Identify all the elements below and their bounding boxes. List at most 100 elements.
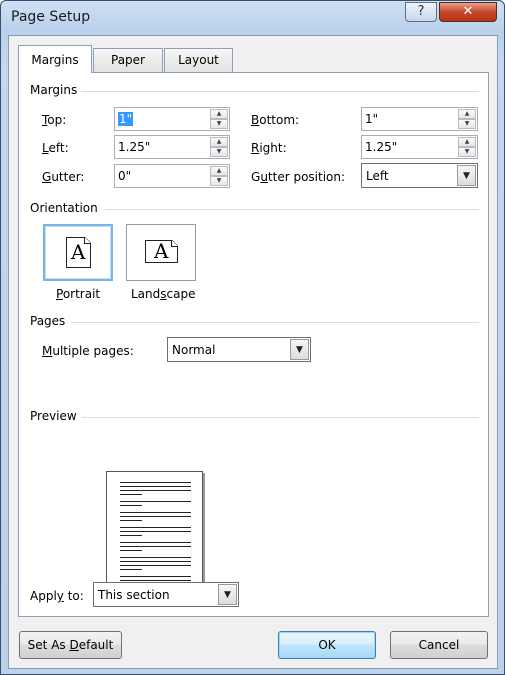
cancel-button[interactable]: Cancel xyxy=(390,631,488,659)
right-margin-label: Right: xyxy=(251,141,287,155)
left-margin-label: Left: xyxy=(42,141,69,155)
spin-down-icon[interactable]: ▼ xyxy=(458,119,476,129)
margins-group-divider xyxy=(81,91,479,92)
top-margin-spinner[interactable]: 1" ▲ ▼ xyxy=(114,107,230,131)
chevron-down-icon[interactable]: ▼ xyxy=(457,165,476,186)
landscape-letter: A xyxy=(154,239,169,263)
set-as-default-label: Set As Default xyxy=(27,638,114,652)
spin-down-icon[interactable]: ▼ xyxy=(210,119,228,129)
right-margin-label-rest: ight: xyxy=(259,141,287,155)
preview-text-line xyxy=(120,482,191,483)
help-button[interactable]: ? xyxy=(405,2,437,22)
tab-layout[interactable]: Layout xyxy=(164,48,233,72)
cancel-label: Cancel xyxy=(418,638,460,652)
margins-group-label: Margins xyxy=(30,83,82,97)
spin-down-icon[interactable]: ▼ xyxy=(210,147,228,157)
spin-up-icon[interactable]: ▲ xyxy=(458,137,476,147)
orientation-group-divider xyxy=(105,209,479,210)
dialog-client-area: Margins Paper Layout Margins Top: 1" ▲ ▼… xyxy=(8,35,498,669)
multiple-pages-dropdown[interactable]: Normal ▼ xyxy=(167,337,311,362)
gutter-spinner[interactable]: 0" ▲ ▼ xyxy=(114,164,230,188)
apply-to-value: This section xyxy=(98,588,170,602)
spin-down-icon[interactable]: ▼ xyxy=(210,176,228,186)
pages-group-divider xyxy=(71,322,479,323)
preview-text-line xyxy=(120,516,191,517)
preview-text-line xyxy=(120,550,142,551)
preview-page-thumbnail xyxy=(106,471,203,593)
help-icon: ? xyxy=(417,4,425,19)
portrait-label-rest: ortrait xyxy=(62,287,101,301)
close-button[interactable]: ✕ xyxy=(439,2,497,22)
pages-group-label: Pages xyxy=(30,314,70,328)
spin-up-icon[interactable]: ▲ xyxy=(210,137,228,147)
gutter-position-label-rest: tter position: xyxy=(267,170,346,184)
apply-to-label-rest: to: xyxy=(63,589,84,603)
window-title: Page Setup xyxy=(11,9,91,25)
orientation-group-label: Orientation xyxy=(30,201,102,215)
gutter-arrows: ▲ ▼ xyxy=(210,166,228,186)
tab-margins[interactable]: Margins xyxy=(18,45,92,73)
tab-paper[interactable]: Paper xyxy=(93,48,163,72)
preview-text-line xyxy=(120,512,191,513)
top-margin-arrows: ▲ ▼ xyxy=(210,109,228,129)
spin-down-icon[interactable]: ▼ xyxy=(458,147,476,157)
apply-to-dropdown[interactable]: This section ▼ xyxy=(93,582,239,607)
apply-to-label: Apply to: xyxy=(30,589,84,603)
top-margin-value: 1" xyxy=(118,112,134,126)
left-margin-label-rest: eft: xyxy=(48,141,69,155)
preview-text-line xyxy=(120,505,142,506)
margins-tab-panel: Margins Top: 1" ▲ ▼ Bottom: 1" ▲ ▼ Left: xyxy=(18,72,489,617)
bottom-margin-spinner[interactable]: 1" ▲ ▼ xyxy=(361,107,478,131)
spin-up-icon[interactable]: ▲ xyxy=(458,109,476,119)
right-margin-spinner[interactable]: 1.25" ▲ ▼ xyxy=(361,135,478,159)
preview-text-line xyxy=(120,520,142,521)
gutter-label-rest: utter: xyxy=(51,170,85,184)
gutter-label: Gutter: xyxy=(42,170,85,184)
spin-up-icon[interactable]: ▲ xyxy=(210,166,228,176)
portrait-button[interactable]: A xyxy=(43,224,113,281)
portrait-letter: A xyxy=(71,240,86,264)
top-margin-label-rest: op: xyxy=(47,113,67,127)
preview-text-line xyxy=(120,527,191,528)
bottom-margin-value: 1" xyxy=(365,112,379,126)
bottom-margin-arrows: ▲ ▼ xyxy=(458,109,476,129)
tab-layout-label: Layout xyxy=(178,53,219,67)
preview-text-line xyxy=(120,546,191,547)
preview-text-line xyxy=(120,557,191,558)
tab-margins-label: Margins xyxy=(31,53,79,67)
preview-text-line xyxy=(120,576,191,577)
ok-button[interactable]: OK xyxy=(278,631,376,659)
preview-text-line xyxy=(120,535,142,536)
left-margin-arrows: ▲ ▼ xyxy=(210,137,228,157)
portrait-label: Portrait xyxy=(56,287,101,301)
landscape-page-icon: A xyxy=(145,239,178,263)
multiple-pages-value: Normal xyxy=(172,343,216,357)
multiple-pages-label-rest: ultiple pages: xyxy=(52,344,134,358)
chevron-down-icon[interactable]: ▼ xyxy=(218,584,237,605)
preview-text-line xyxy=(120,569,142,570)
ok-label: OK xyxy=(318,638,336,652)
top-margin-label: Top: xyxy=(42,113,67,127)
landscape-label: Landscape xyxy=(131,287,196,301)
tab-paper-label: Paper xyxy=(111,53,145,67)
left-margin-value: 1.25" xyxy=(118,140,151,154)
close-icon: ✕ xyxy=(462,4,474,19)
portrait-page-icon: A xyxy=(66,237,91,268)
set-as-default-button[interactable]: Set As Default xyxy=(19,631,122,659)
gutter-position-dropdown[interactable]: Left ▼ xyxy=(361,163,478,188)
chevron-down-icon[interactable]: ▼ xyxy=(290,339,309,360)
spin-up-icon[interactable]: ▲ xyxy=(210,109,228,119)
landscape-button[interactable]: A xyxy=(126,224,196,281)
preview-text-line xyxy=(120,531,191,532)
bottom-margin-label: Bottom: xyxy=(251,113,300,127)
page-fold-icon xyxy=(171,240,178,247)
preview-text-line xyxy=(120,542,191,543)
preview-text-line xyxy=(120,561,191,562)
bottom-margin-label-rest: ottom: xyxy=(259,113,300,127)
right-margin-arrows: ▲ ▼ xyxy=(458,137,476,157)
preview-text-line xyxy=(120,486,191,487)
gutter-position-label: Gutter position: xyxy=(251,170,346,184)
preview-text-line xyxy=(120,501,191,502)
preview-text-line xyxy=(120,580,191,581)
left-margin-spinner[interactable]: 1.25" ▲ ▼ xyxy=(114,135,230,159)
